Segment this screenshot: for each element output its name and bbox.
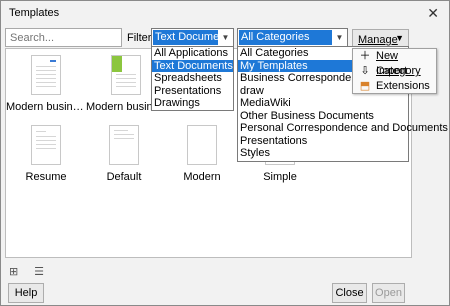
close-icon[interactable]: ✕ bbox=[427, 5, 439, 22]
plus-icon: ＋ bbox=[359, 50, 371, 62]
template-thumbnail bbox=[111, 55, 141, 95]
filter-option[interactable]: Spreadsheets bbox=[152, 72, 233, 85]
close-button[interactable]: Close bbox=[332, 283, 367, 303]
template-name: Resume bbox=[25, 171, 67, 183]
menu-item-label: Import bbox=[376, 65, 408, 77]
search-input[interactable] bbox=[5, 28, 122, 47]
import-icon: ⇩ bbox=[360, 65, 370, 77]
template-tile[interactable]: Modern business... bbox=[6, 55, 86, 113]
manage-label: Manage bbox=[358, 34, 398, 46]
filter-option[interactable]: All Applications bbox=[152, 47, 233, 60]
category-select[interactable]: All Categories ▼ bbox=[237, 28, 348, 47]
category-option[interactable]: Presentations bbox=[238, 135, 408, 148]
menu-item-import[interactable]: ⇩ Import bbox=[353, 64, 436, 79]
list-view-icon[interactable]: ☰ bbox=[34, 265, 48, 278]
template-thumbnail bbox=[187, 125, 217, 165]
filter-dropdown-list: All Applications Text Documents Spreadsh… bbox=[151, 46, 234, 111]
menu-item-label: Extensions bbox=[376, 80, 430, 92]
title-bar: Templates ✕ bbox=[1, 1, 449, 27]
filter-option[interactable]: Presentations bbox=[152, 85, 233, 98]
template-thumbnail bbox=[109, 125, 139, 165]
manage-menu: ＋ New Category ⇩ Import ⬒ Extensions bbox=[352, 48, 437, 94]
category-option[interactable]: Styles bbox=[238, 147, 408, 160]
template-tile[interactable]: Default bbox=[84, 125, 164, 183]
template-name: Modern bbox=[183, 171, 221, 183]
thumbnail-view-icon[interactable]: ⊞ bbox=[9, 265, 23, 278]
template-name: Default bbox=[106, 171, 142, 183]
extensions-icon: ⬒ bbox=[359, 80, 371, 92]
template-tile[interactable]: Modern bbox=[162, 125, 242, 183]
filter-selected-value: Text Documents bbox=[153, 30, 218, 45]
template-tile[interactable]: Resume bbox=[6, 125, 86, 183]
help-label: Help bbox=[14, 287, 38, 299]
filter-label: Filter bbox=[127, 32, 152, 44]
chevron-down-icon[interactable]: ▼ bbox=[333, 30, 346, 45]
filter-option[interactable]: Text Documents bbox=[152, 59, 233, 72]
window-title: Templates bbox=[9, 7, 60, 19]
close-label: Close bbox=[335, 287, 364, 299]
menu-item-new-category[interactable]: ＋ New Category bbox=[353, 49, 436, 77]
template-name: Modern business... bbox=[6, 101, 86, 113]
templates-dialog: Templates ✕ Filter Text Documents ▼ All … bbox=[0, 0, 450, 306]
open-button[interactable]: Open bbox=[372, 283, 405, 303]
open-label: Open bbox=[375, 287, 402, 299]
category-option[interactable]: MediaWiki bbox=[238, 97, 408, 110]
template-thumbnail bbox=[31, 125, 61, 165]
category-option[interactable]: Other Business Documents bbox=[238, 110, 408, 123]
dropdown-arrow-icon: ▼ bbox=[395, 33, 404, 43]
category-selected-value: All Categories bbox=[239, 30, 332, 45]
filter-option[interactable]: Drawings bbox=[152, 97, 233, 110]
template-name: Simple bbox=[263, 171, 297, 183]
filter-select[interactable]: Text Documents ▼ bbox=[151, 28, 234, 47]
template-thumbnail bbox=[31, 55, 61, 95]
category-option[interactable]: Personal Correspondence and Documents bbox=[238, 122, 448, 135]
help-button[interactable]: Help bbox=[8, 283, 44, 303]
menu-item-extensions[interactable]: ⬒ Extensions bbox=[353, 79, 436, 94]
view-toggle: ⊞ ☰ bbox=[9, 265, 56, 278]
chevron-down-icon[interactable]: ▼ bbox=[219, 30, 232, 45]
